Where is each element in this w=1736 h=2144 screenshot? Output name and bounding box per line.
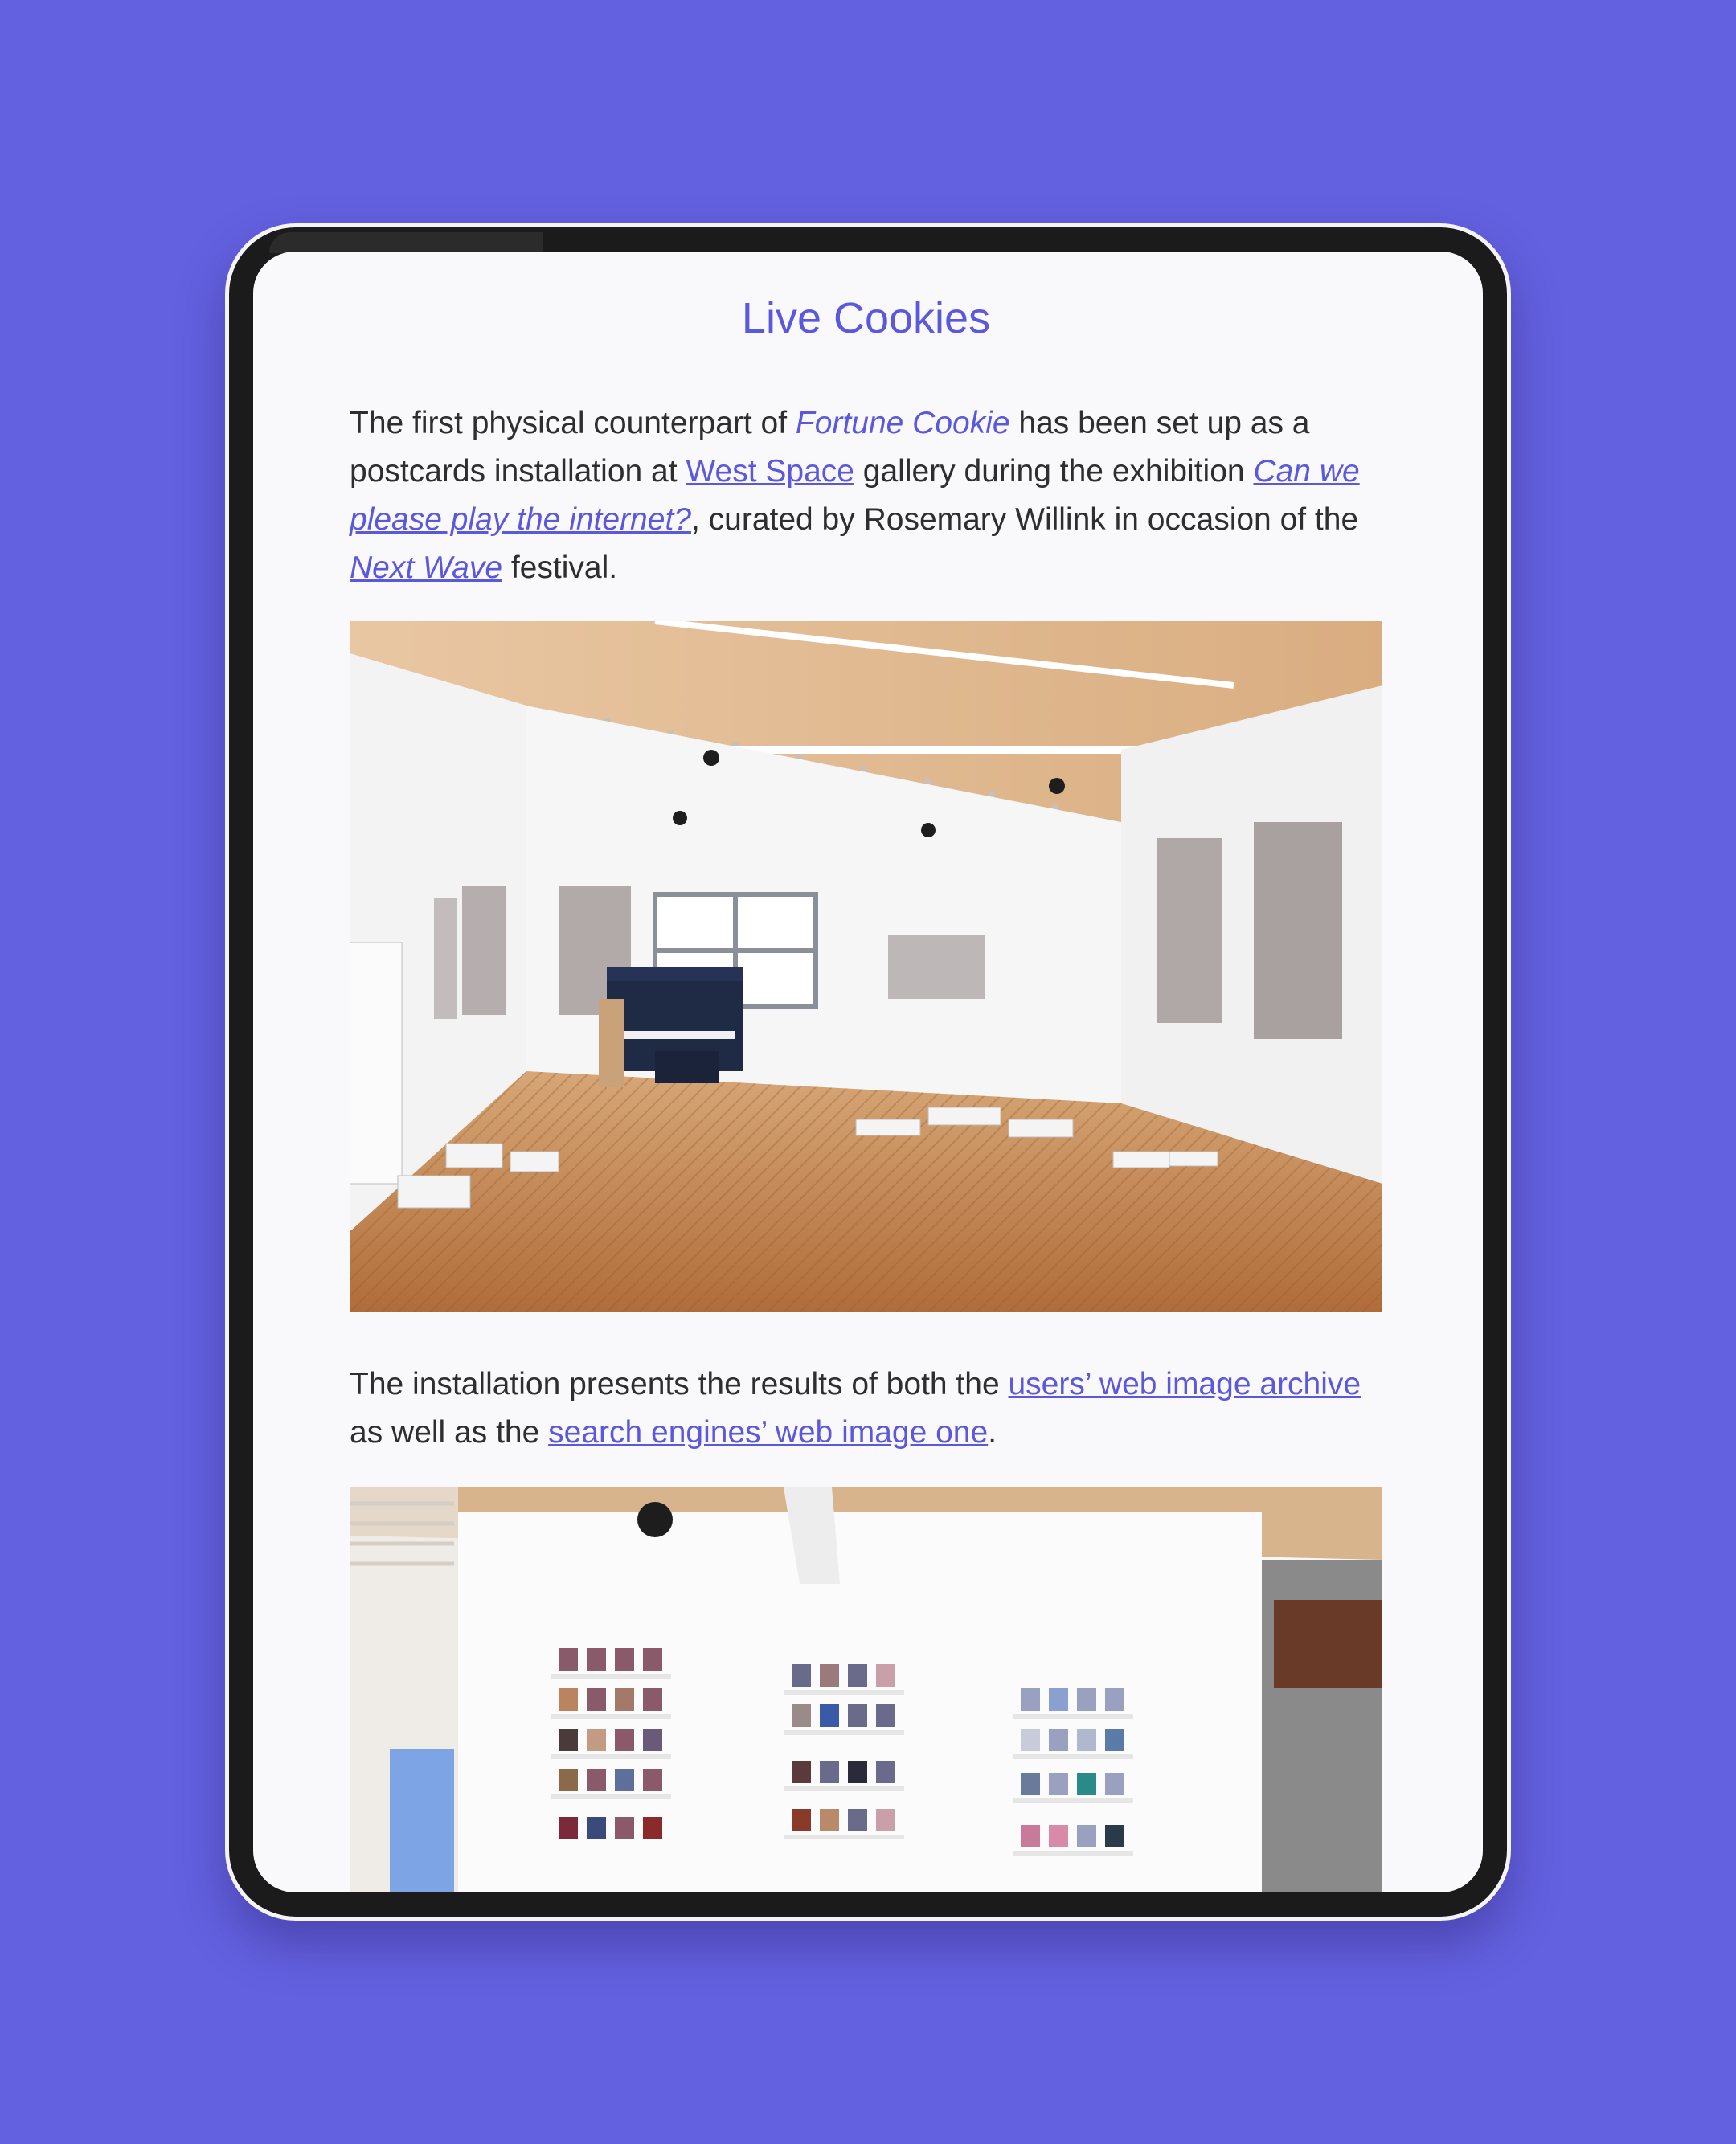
postcards-wall-photo — [350, 1487, 1382, 1892]
intro-text-4: , curated by Rosemary Willink in occasio… — [690, 502, 1359, 537]
users-archive-link[interactable]: users’ web image archive — [1008, 1367, 1361, 1401]
fortune-cookie-title: Fortune Cookie — [795, 406, 1010, 440]
intro-text-3: gallery during the exhibition — [854, 454, 1254, 489]
tablet-frame: Live Cookies The first physical counterp… — [225, 223, 1511, 1921]
search-engines-archive-link[interactable]: search engines’ web image one — [548, 1415, 988, 1450]
intro-text-1: The first physical counterpart of — [350, 406, 796, 440]
intro-paragraph: The first physical counterpart of Fortun… — [350, 399, 1394, 592]
second-paragraph: The installation presents the results of… — [350, 1360, 1394, 1457]
screen: Live Cookies The first physical counterp… — [253, 252, 1483, 1892]
postcards-wall-image — [350, 1487, 1382, 1892]
second-text-2: as well as the — [350, 1415, 549, 1450]
intro-text-5: festival. — [502, 550, 618, 585]
gallery-room-image — [350, 621, 1382, 1312]
west-space-link[interactable]: West Space — [686, 454, 854, 489]
page-title: Live Cookies — [741, 294, 991, 342]
next-wave-link[interactable]: Next Wave — [350, 550, 502, 585]
gallery-installation-photo — [350, 621, 1382, 1312]
second-text-1: The installation presents the results of… — [350, 1367, 1009, 1401]
second-text-3: . — [988, 1415, 997, 1450]
